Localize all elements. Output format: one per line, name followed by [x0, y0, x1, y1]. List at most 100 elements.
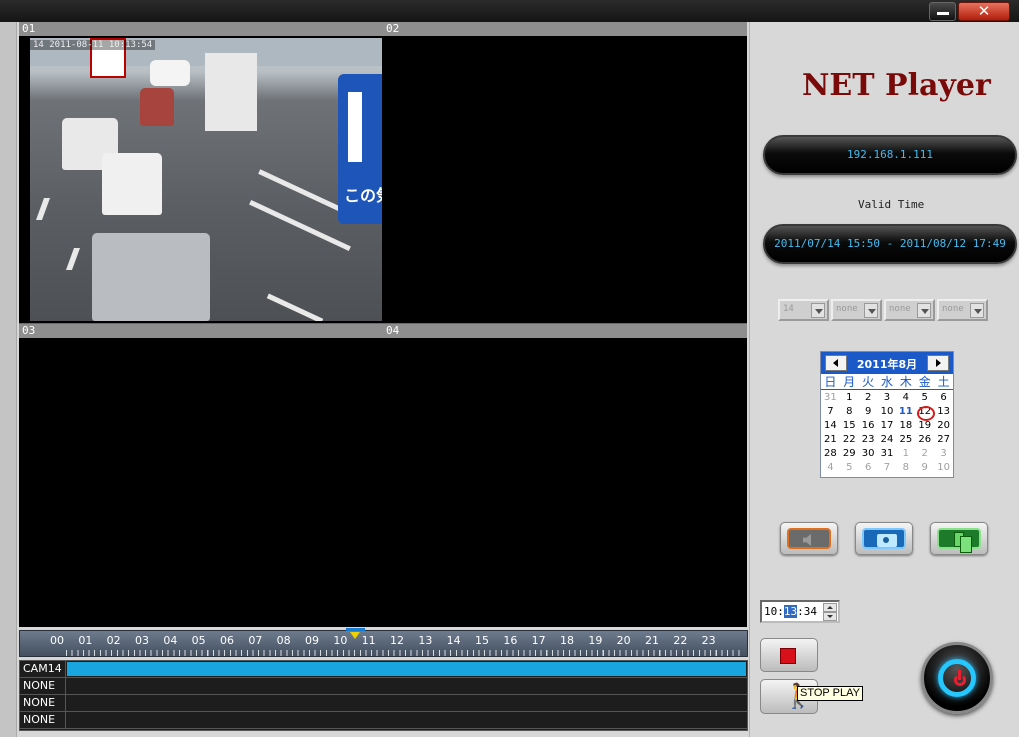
calendar-day[interactable]: 31 [821, 391, 840, 405]
calendar-day[interactable]: 11 [896, 405, 915, 419]
video-pane-03[interactable]: 03 [19, 324, 383, 627]
calendar-day[interactable]: 2 [915, 447, 934, 461]
recording-bar[interactable] [67, 662, 746, 676]
calendar-day[interactable]: 22 [840, 433, 859, 447]
calendar-day[interactable]: 6 [859, 461, 878, 475]
copy-button[interactable] [930, 522, 988, 555]
calendar-day[interactable]: 27 [934, 433, 953, 447]
calendar-day[interactable]: 4 [821, 461, 840, 475]
calendar-day[interactable]: 8 [896, 461, 915, 475]
calendar-day[interactable]: 16 [859, 419, 878, 433]
track-row[interactable]: CAM14 [20, 661, 747, 678]
hour-label: 00 [50, 634, 64, 647]
hour-labels: 00 01 02 03 04 05 06 07 08 09 10 11 12 13 14 15 16 17 18 19… [50, 634, 730, 647]
track-row[interactable]: NONE [20, 678, 747, 695]
car [92, 233, 210, 321]
calendar-day[interactable]: 24 [878, 433, 897, 447]
calendar-day[interactable]: 19 [915, 419, 934, 433]
spin-up-icon[interactable] [823, 603, 837, 612]
close-button[interactable]: ✕ [958, 2, 1010, 21]
timeline-ruler[interactable]: 00 01 02 03 04 05 06 07 08 09 10 11 12 13 14 15 16 17 18 19… [19, 628, 748, 657]
next-month-button[interactable] [927, 355, 949, 371]
hour-label: 13 [418, 634, 433, 647]
calendar-day[interactable]: 15 [840, 419, 859, 433]
spin-down-icon[interactable] [823, 612, 837, 621]
channel-select-2[interactable]: none [831, 299, 882, 321]
prev-month-button[interactable] [825, 355, 847, 371]
calendar-day[interactable]: 7 [878, 461, 897, 475]
left-rail [0, 22, 17, 737]
calendar-day[interactable]: 5 [840, 461, 859, 475]
calendar-day[interactable]: 14 [821, 419, 840, 433]
hour-label: 08 [276, 634, 291, 647]
video-pane-01[interactable]: 01 14 2011-08-11 10:13:54 この [19, 22, 383, 323]
power-button[interactable] [921, 642, 993, 714]
stop-button[interactable] [760, 638, 818, 672]
calendar-day[interactable]: 29 [840, 447, 859, 461]
calendar-day[interactable]: 21 [821, 433, 840, 447]
video-pane-02[interactable]: 02 [383, 22, 747, 323]
chevron-down-icon[interactable] [970, 303, 984, 318]
calendar-day[interactable]: 7 [821, 405, 840, 419]
calendar-day[interactable]: 2 [859, 391, 878, 405]
time-spinner[interactable] [823, 603, 837, 621]
chevron-down-icon[interactable] [864, 303, 878, 318]
pane-video [20, 339, 382, 626]
hour-label: 17 [531, 634, 546, 647]
calendar-day[interactable]: 3 [934, 447, 953, 461]
calendar-day[interactable]: 17 [878, 419, 897, 433]
video-grid: 01 14 2011-08-11 10:13:54 この 02 03 04 [19, 22, 747, 627]
calendar-day[interactable]: 4 [896, 391, 915, 405]
calendar-day[interactable]: 23 [859, 433, 878, 447]
channel-select-4[interactable]: none [937, 299, 988, 321]
hour-label: 14 [446, 634, 461, 647]
time-second: 34 [803, 605, 817, 618]
button-face [937, 528, 981, 553]
time-input[interactable]: 10:13:34 [760, 600, 840, 623]
snapshot-button[interactable] [855, 522, 913, 555]
calendar-day[interactable]: 5 [915, 391, 934, 405]
audio-button[interactable] [780, 522, 838, 555]
calendar-day[interactable]: 6 [934, 391, 953, 405]
track-row[interactable]: NONE [20, 695, 747, 712]
channel-select-1[interactable]: 14 [778, 299, 829, 321]
car [140, 88, 174, 126]
calendar-day[interactable]: 13 [934, 405, 953, 419]
calendar-day[interactable]: 31 [878, 447, 897, 461]
hour-label: 21 [645, 634, 659, 647]
calendar-day-selected[interactable]: 12 [915, 405, 936, 421]
track-label: CAM14 [20, 661, 66, 677]
hour-label: 15 [475, 634, 489, 647]
recording-tracks: CAM14 NONE NONE NONE [19, 660, 748, 731]
video-pane-04[interactable]: 04 [383, 324, 747, 627]
calendar-day[interactable]: 10 [934, 461, 953, 475]
chevron-down-icon[interactable] [917, 303, 931, 318]
channel-select-3[interactable]: none [884, 299, 935, 321]
stop-icon [780, 648, 796, 664]
truck [205, 53, 257, 131]
calendar-day[interactable]: 28 [821, 447, 840, 461]
calendar-day[interactable]: 26 [915, 433, 934, 447]
speaker-icon [803, 534, 811, 546]
calendar-day[interactable]: 18 [896, 419, 915, 433]
calendar-day[interactable]: 8 [840, 405, 859, 419]
chevron-down-icon[interactable] [811, 303, 825, 318]
calendar-day[interactable]: 1 [840, 391, 859, 405]
hour-label: 01 [78, 634, 93, 647]
hour-label: 11 [361, 634, 376, 647]
weekday-label: 月 [843, 375, 856, 389]
calendar-day[interactable]: 3 [878, 391, 897, 405]
calendar-day[interactable]: 1 [896, 447, 915, 461]
calendar-day[interactable]: 9 [915, 461, 934, 475]
calendar-day[interactable]: 9 [859, 405, 878, 419]
track-row[interactable]: NONE [20, 712, 747, 729]
hour-label: 06 [220, 634, 234, 647]
calendar-day[interactable]: 30 [859, 447, 878, 461]
select-value: none [942, 304, 964, 314]
hour-label: 10 [333, 634, 348, 647]
weekday-label: 土 [937, 375, 950, 389]
calendar-day[interactable]: 20 [934, 419, 953, 433]
calendar-day[interactable]: 25 [896, 433, 915, 447]
minimize-button[interactable] [929, 2, 956, 21]
calendar-day[interactable]: 10 [878, 405, 897, 419]
